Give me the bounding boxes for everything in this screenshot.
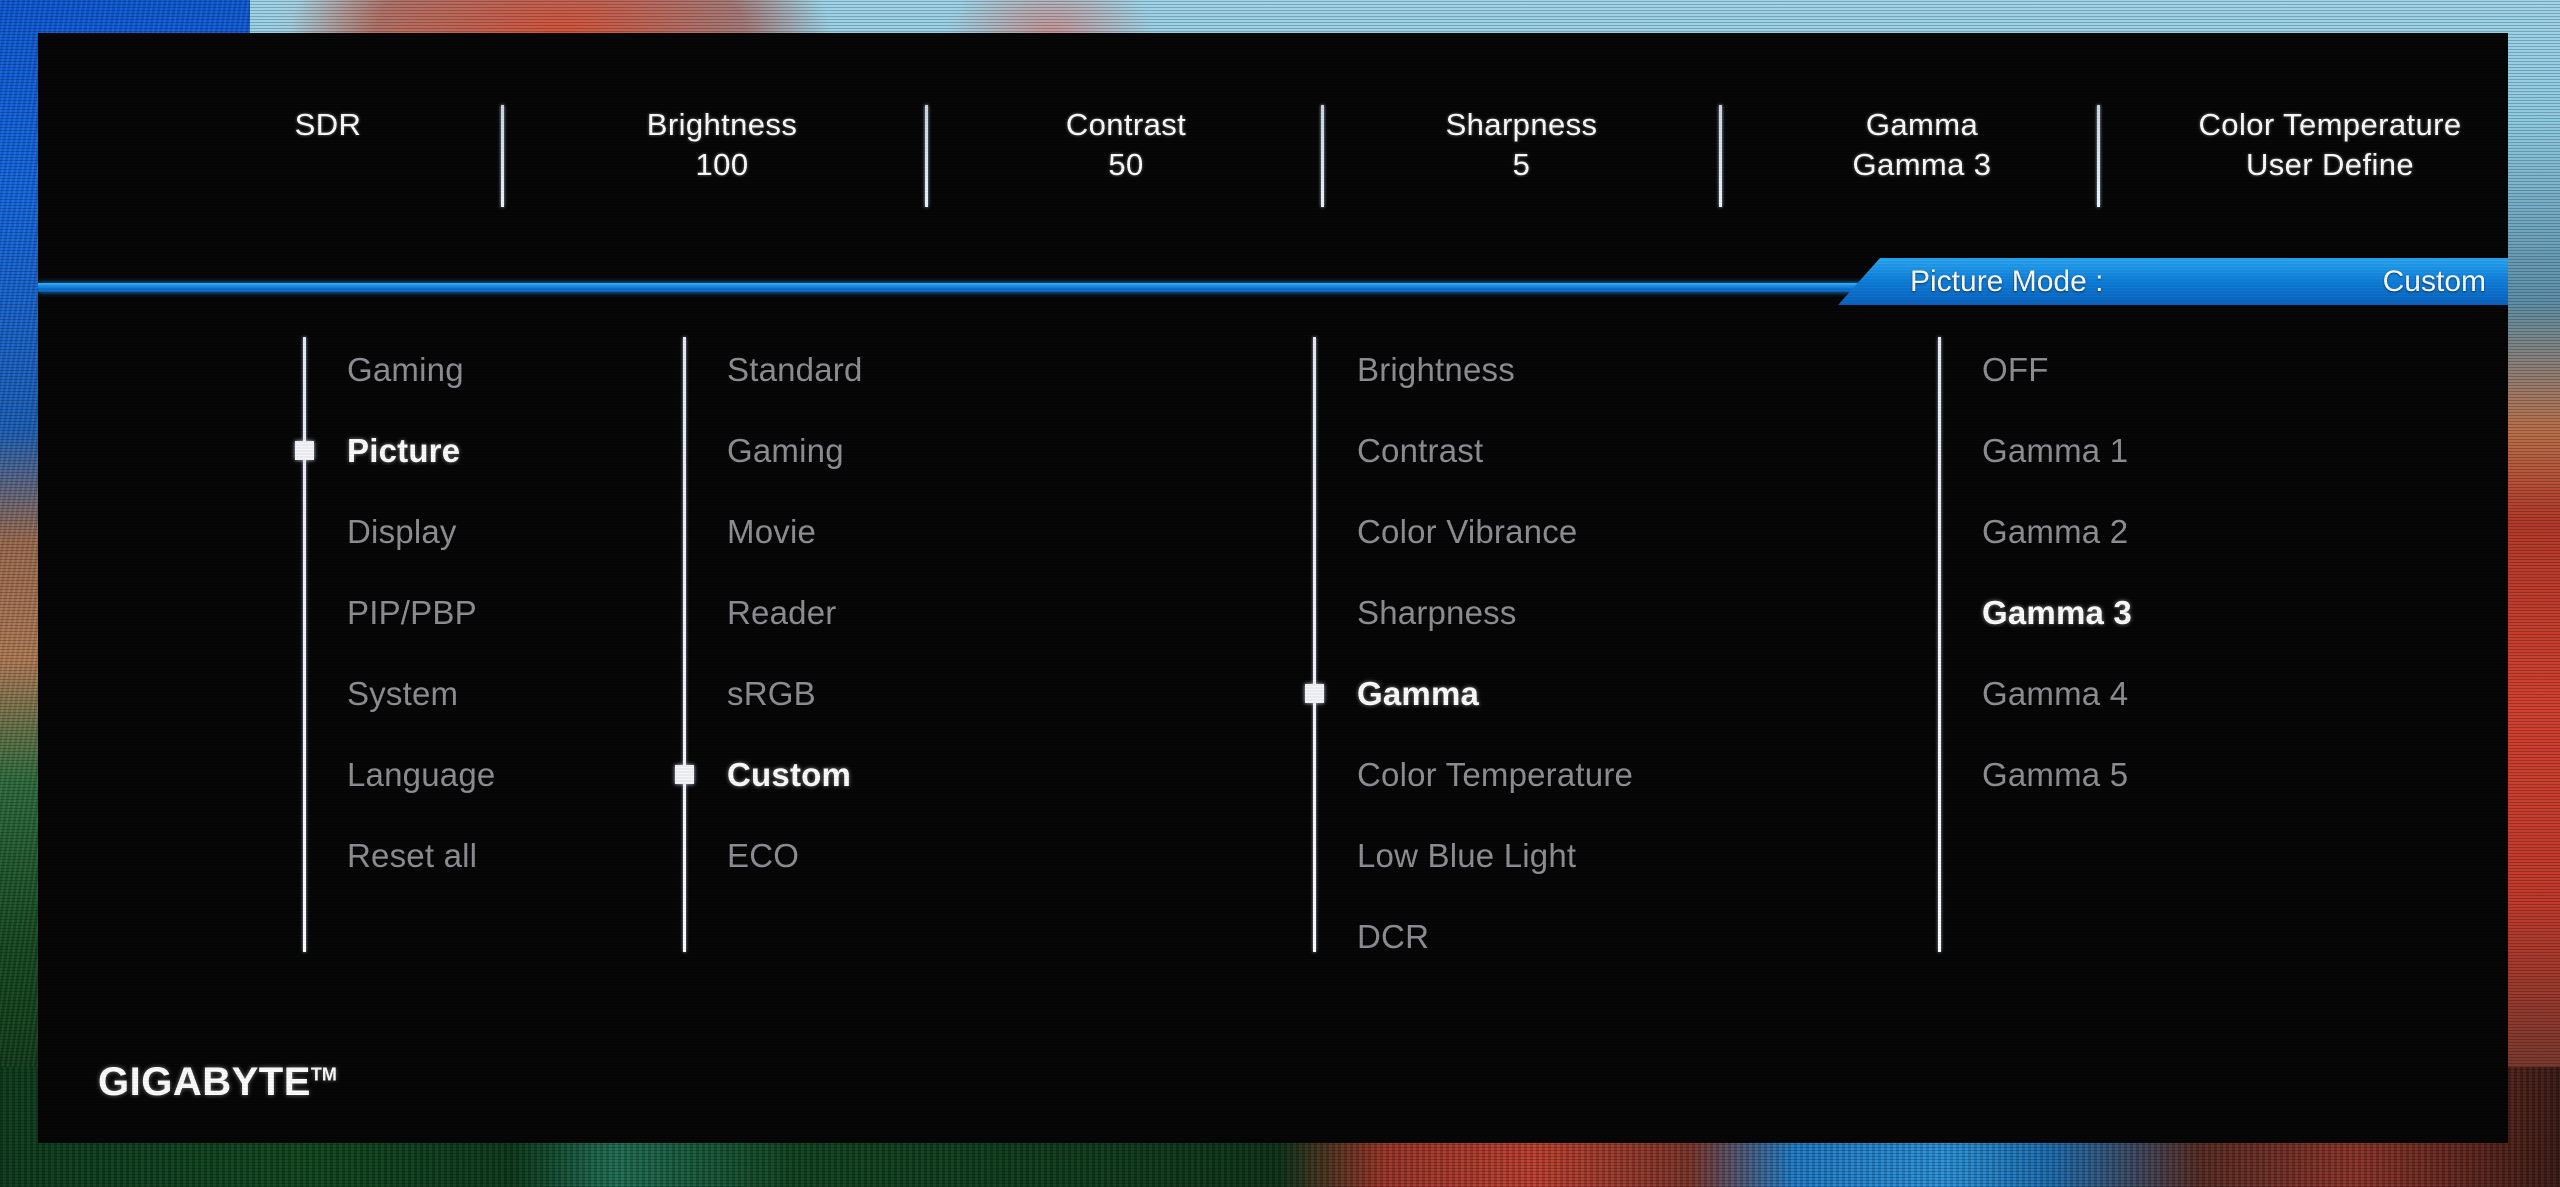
menu-item-label: Picture — [347, 431, 461, 469]
osd-panel: SDR Brightness 100 Contrast 50 Sharpness… — [38, 33, 2508, 1143]
status-brightness-label: Brightness — [646, 107, 798, 142]
setting-item-sharpness[interactable]: Sharpness — [1313, 572, 1633, 653]
menu-item-label: sRGB — [727, 674, 816, 712]
gamma-option-4[interactable]: Gamma 4 — [1938, 653, 2132, 734]
status-brightness-value: 100 — [695, 147, 749, 182]
setting-item-dcr[interactable]: DCR — [1313, 896, 1633, 977]
osd-status-bar: SDR Brightness 100 Contrast 50 Sharpness… — [38, 33, 2508, 271]
menu-column-main: Gaming Picture Display PIP/PBP System La… — [295, 329, 495, 952]
gamma-option-5[interactable]: Gamma 5 — [1938, 734, 2132, 815]
menu-item-gaming[interactable]: Gaming — [303, 329, 495, 410]
gamma-option-2[interactable]: Gamma 2 — [1938, 491, 2132, 572]
menu-item-label: System — [347, 674, 459, 712]
gigabyte-logo-text: GIGABYTE — [98, 1060, 311, 1104]
picture-mode-banner: Picture Mode : Custom — [1838, 258, 2508, 305]
setting-item-low-blue-light[interactable]: Low Blue Light — [1313, 815, 1633, 896]
status-gamma-value: Gamma 3 — [1852, 147, 1992, 182]
setting-item-brightness[interactable]: Brightness — [1313, 329, 1633, 410]
menu-column-picture-presets: Standard Gaming Movie Reader sRGB Custom… — [675, 329, 863, 952]
menu-item-label: Gamma 3 — [1982, 593, 2132, 631]
preset-item-srgb[interactable]: sRGB — [683, 653, 863, 734]
menu-item-label: OFF — [1982, 350, 2049, 388]
status-divider — [1719, 105, 1722, 207]
status-color-temperature: Color Temperature User Define — [2155, 33, 2505, 185]
osd-divider-region: Picture Mode : Custom — [38, 258, 2508, 311]
menu-item-pip-pbp[interactable]: PIP/PBP — [303, 572, 495, 653]
status-color-temperature-label: Color Temperature — [2198, 107, 2462, 142]
menu-column-picture-settings: Brightness Contrast Color Vibrance Sharp… — [1305, 329, 1633, 977]
status-hdr-mode-label: SDR — [294, 107, 362, 142]
status-sharpness-label: Sharpness — [1445, 107, 1598, 142]
gigabyte-logo: GIGABYTETM — [98, 1060, 337, 1105]
picture-mode-value: Custom — [2382, 264, 2486, 298]
status-divider — [2097, 105, 2100, 207]
selection-marker-icon — [1305, 684, 1324, 703]
menu-item-label: Contrast — [1357, 431, 1484, 469]
menu-item-label: Sharpness — [1357, 593, 1517, 631]
status-contrast-value: 50 — [1108, 147, 1144, 182]
gamma-option-1[interactable]: Gamma 1 — [1938, 410, 2132, 491]
status-contrast: Contrast 50 — [1011, 33, 1241, 185]
menu-item-label: Gaming — [347, 350, 464, 388]
picture-mode-label: Picture Mode : — [1910, 264, 2104, 298]
menu-item-label: Color Temperature — [1357, 755, 1634, 793]
menu-item-label: Reset all — [347, 836, 478, 874]
status-color-temperature-value: User Define — [2245, 147, 2415, 182]
gamma-option-3[interactable]: Gamma 3 — [1938, 572, 2132, 653]
menu-item-label: Brightness — [1357, 350, 1515, 388]
status-hdr-mode: SDR — [253, 33, 403, 145]
menu-item-label: Movie — [727, 512, 817, 550]
preset-item-custom[interactable]: Custom — [675, 734, 863, 815]
gamma-option-off[interactable]: OFF — [1938, 329, 2132, 410]
status-sharpness: Sharpness 5 — [1404, 33, 1639, 185]
menu-item-label: Gaming — [727, 431, 844, 469]
menu-item-label: Gamma 5 — [1982, 755, 2129, 793]
status-gamma-label: Gamma — [1865, 107, 1979, 142]
menu-item-reset-all[interactable]: Reset all — [303, 815, 495, 896]
menu-item-language[interactable]: Language — [303, 734, 495, 815]
trademark-symbol: TM — [310, 1064, 337, 1085]
status-brightness: Brightness 100 — [602, 33, 842, 185]
selection-marker-icon — [295, 441, 314, 460]
status-divider — [1321, 105, 1324, 207]
osd-menu-area: Gaming Picture Display PIP/PBP System La… — [38, 311, 2508, 1101]
preset-item-eco[interactable]: ECO — [683, 815, 863, 896]
menu-item-label: Gamma 1 — [1982, 431, 2129, 469]
menu-item-label: Gamma 4 — [1982, 674, 2129, 712]
menu-item-label: PIP/PBP — [347, 593, 477, 631]
status-divider — [925, 105, 928, 207]
setting-item-color-vibrance[interactable]: Color Vibrance — [1313, 491, 1633, 572]
preset-item-gaming[interactable]: Gaming — [683, 410, 863, 491]
menu-item-system[interactable]: System — [303, 653, 495, 734]
status-gamma: Gamma Gamma 3 — [1802, 33, 2042, 185]
menu-item-label: Display — [347, 512, 457, 550]
preset-item-reader[interactable]: Reader — [683, 572, 863, 653]
setting-item-color-temperature[interactable]: Color Temperature — [1313, 734, 1633, 815]
menu-item-label: Low Blue Light — [1357, 836, 1577, 874]
menu-item-label: ECO — [727, 836, 800, 874]
menu-item-label: Gamma 2 — [1982, 512, 2129, 550]
selection-marker-icon — [675, 765, 694, 784]
menu-column-gamma-options: OFF Gamma 1 Gamma 2 Gamma 3 Gamma 4 Gamm… — [1938, 329, 2132, 952]
setting-item-gamma[interactable]: Gamma — [1305, 653, 1633, 734]
status-contrast-label: Contrast — [1065, 107, 1187, 142]
menu-item-label: Language — [347, 755, 496, 793]
setting-item-contrast[interactable]: Contrast — [1313, 410, 1633, 491]
menu-item-label: Gamma — [1357, 674, 1480, 712]
menu-item-label: Reader — [727, 593, 837, 631]
preset-item-standard[interactable]: Standard — [683, 329, 863, 410]
menu-item-display[interactable]: Display — [303, 491, 495, 572]
menu-item-label: DCR — [1357, 917, 1430, 955]
status-divider — [501, 105, 504, 207]
menu-item-label: Custom — [727, 755, 852, 793]
preset-item-movie[interactable]: Movie — [683, 491, 863, 572]
status-sharpness-value: 5 — [1512, 147, 1531, 182]
menu-item-label: Standard — [727, 350, 863, 388]
menu-item-picture[interactable]: Picture — [295, 410, 495, 491]
menu-item-label: Color Vibrance — [1357, 512, 1578, 550]
